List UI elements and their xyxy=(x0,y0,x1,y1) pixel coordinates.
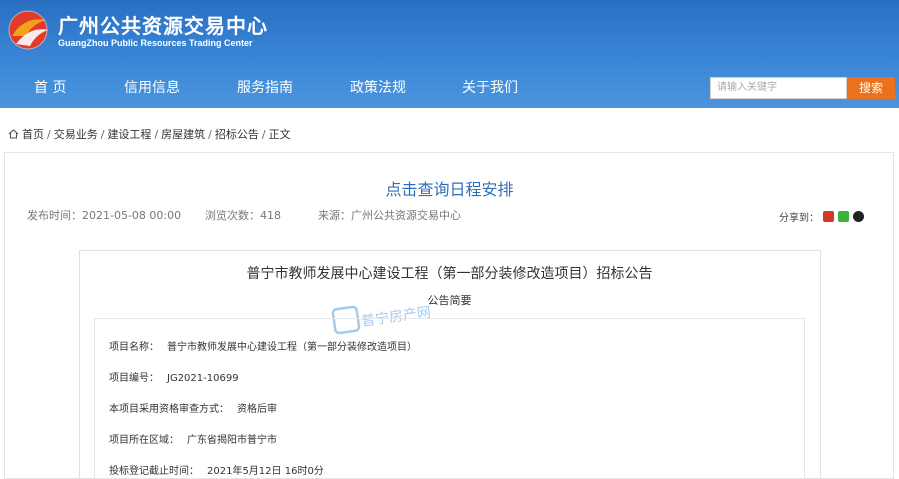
breadcrumb-trading[interactable]: 交易业务 xyxy=(54,126,98,142)
nav-item-policy[interactable]: 政策法规 xyxy=(350,68,406,108)
home-icon xyxy=(8,129,19,139)
field-project-name: 项目名称： 普宁市教师发展中心建设工程（第一部分装修改造项目） xyxy=(109,338,417,353)
document-title: 普宁市教师发展中心建设工程（第一部分装修改造项目）招标公告 xyxy=(246,266,653,282)
nav-item-credit[interactable]: 信用信息 xyxy=(124,68,180,108)
field-region: 项目所在区域： 广东省揭阳市普宁市 xyxy=(109,431,277,446)
field-label: 项目所在区域： xyxy=(109,435,179,446)
search-button[interactable]: 搜索 xyxy=(847,77,895,99)
qq-share-icon[interactable] xyxy=(853,211,864,222)
nav-item-home[interactable]: 首 页 xyxy=(34,68,66,108)
field-value: 资格后审 xyxy=(237,404,277,415)
breadcrumb-current: 正文 xyxy=(268,128,291,141)
field-review-method: 本项目采用资格审查方式： 资格后审 xyxy=(109,400,277,415)
site-title: 广州公共资源交易中心 xyxy=(58,14,268,38)
breadcrumb-separator: / xyxy=(208,127,212,141)
weibo-share-icon[interactable] xyxy=(823,211,834,222)
field-project-number: 项目编号： JG2021-10699 xyxy=(109,369,239,384)
view-count: 浏览次数：418 xyxy=(205,209,281,222)
field-value: JG2021-10699 xyxy=(167,373,239,384)
page-title[interactable]: 点击查询日程安排 xyxy=(0,176,899,200)
nav-item-service-guide[interactable]: 服务指南 xyxy=(237,68,293,108)
breadcrumb-housing[interactable]: 房屋建筑 xyxy=(161,126,205,142)
field-value: 广东省揭阳市普宁市 xyxy=(187,435,277,446)
breadcrumb-separator: / xyxy=(100,127,105,141)
site-subtitle: GuangZhou Public Resources Trading Cente… xyxy=(58,38,253,48)
search-input[interactable]: 请输入关键字 xyxy=(710,77,847,99)
field-value: 2021年5月12日 16时0分 xyxy=(207,466,324,477)
nav-item-about[interactable]: 关于我们 xyxy=(462,68,518,108)
field-label: 项目编号： xyxy=(109,373,159,384)
breadcrumb: 首页 / 交易业务 / 建设工程 / 房屋建筑 / 招标公告 / 正文 xyxy=(8,126,291,142)
field-label: 项目名称： xyxy=(109,342,159,353)
logo-icon xyxy=(8,10,48,50)
wechat-share-icon[interactable] xyxy=(838,211,849,222)
breadcrumb-separator: / xyxy=(261,127,266,141)
share-bar: 分享到： xyxy=(779,209,864,224)
breadcrumb-tender-notice[interactable]: 招标公告 xyxy=(215,126,259,142)
breadcrumb-construction[interactable]: 建设工程 xyxy=(107,126,151,142)
field-value: 普宁市教师发展中心建设工程（第一部分装修改造项目） xyxy=(167,342,417,353)
field-label: 投标登记截止时间： xyxy=(109,466,199,477)
share-label: 分享到： xyxy=(779,213,819,224)
field-deadline: 投标登记截止时间： 2021年5月12日 16时0分 xyxy=(109,462,324,477)
publish-time: 发布时间：2021-05-08 00:00 xyxy=(27,209,182,222)
field-label: 本项目采用资格审查方式： xyxy=(109,404,229,415)
document-subtitle: 公告简要 xyxy=(427,294,472,307)
breadcrumb-separator: / xyxy=(154,127,159,141)
article-source: 来源：广州公共资源交易中心 xyxy=(318,209,461,222)
breadcrumb-separator: / xyxy=(47,127,51,141)
breadcrumb-home[interactable]: 首页 xyxy=(22,126,44,142)
